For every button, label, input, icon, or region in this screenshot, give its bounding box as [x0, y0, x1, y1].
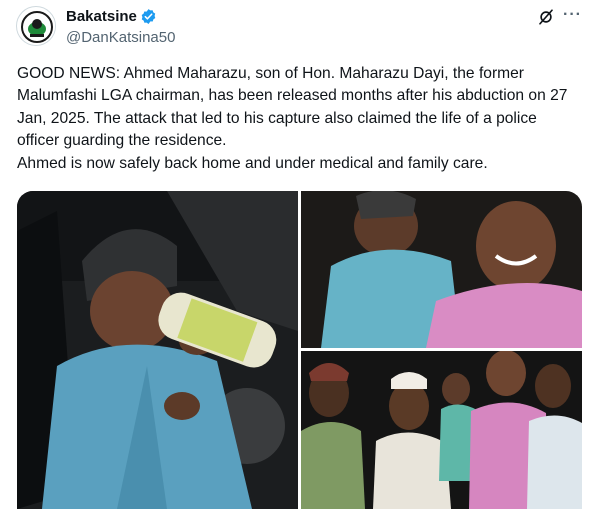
media-grid — [17, 191, 582, 509]
verified-badge-icon[interactable] — [140, 8, 157, 25]
photo-boy-drinking[interactable] — [17, 191, 298, 509]
author-display-name[interactable]: Bakatsine — [66, 8, 137, 25]
photo-family-group[interactable] — [301, 351, 582, 509]
tweet-paragraph: Ahmed is now safely back home and under … — [17, 154, 488, 172]
author-name-row: Bakatsine — [66, 8, 157, 25]
tweet-paragraph: GOOD NEWS: Ahmed Maharazu, son of Hon. M… — [17, 65, 568, 150]
photo-boy-with-man[interactable] — [301, 191, 582, 348]
avatar[interactable] — [16, 6, 56, 46]
tweet-text: GOOD NEWS: Ahmed Maharazu, son of Hon. M… — [17, 63, 577, 175]
grok-icon[interactable] — [537, 8, 555, 26]
more-options-icon[interactable]: ··· — [563, 6, 582, 24]
author-handle[interactable]: @DanKatsina50 — [66, 29, 175, 46]
